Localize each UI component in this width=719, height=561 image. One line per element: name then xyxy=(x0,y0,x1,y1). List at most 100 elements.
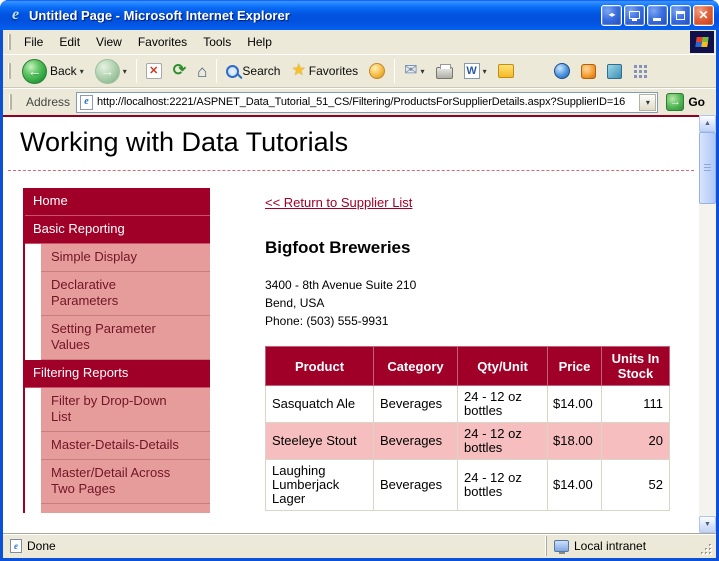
cell-category: Beverages xyxy=(374,423,458,460)
favorites-button[interactable]: ★ Favorites xyxy=(286,56,363,86)
toolbar-separator xyxy=(216,59,217,83)
cell-product: Laughing Lumberjack Lager xyxy=(266,460,374,511)
sidebar-item-simple-display[interactable]: Simple Display xyxy=(41,244,210,272)
sidebar-item-filter-by-dropdown-list[interactable]: Filter by Drop-Down List xyxy=(41,388,210,432)
supplier-phone: Phone: (503) 555-9931 xyxy=(265,312,670,330)
go-button[interactable]: → Go xyxy=(664,92,711,112)
addon-button-2[interactable] xyxy=(602,56,627,86)
vertical-scrollbar[interactable]: ▲ ▼ xyxy=(699,115,716,533)
zone-text: Local intranet xyxy=(574,539,646,553)
close-icon: ✕ xyxy=(698,9,708,21)
status-bar: e Done Local intranet xyxy=(3,533,716,558)
home-button[interactable]: ⌂ xyxy=(192,56,212,86)
supplier-address-line-2: Bend, USA xyxy=(265,294,670,312)
menu-help[interactable]: Help xyxy=(239,32,280,52)
minimize-button[interactable] xyxy=(647,5,668,26)
column-header-category: Category xyxy=(374,347,458,386)
pane-arrows-button[interactable]: ◂▸ xyxy=(601,5,622,26)
addressbar-grip-handle[interactable] xyxy=(9,94,12,110)
back-button[interactable]: ← Back ▾ xyxy=(17,56,89,86)
edit-with-word-button[interactable]: W ▾ xyxy=(459,56,492,86)
window-controls: ◂▸ ✕ xyxy=(601,5,714,26)
products-table: Product Category Qty/Unit Price Units In… xyxy=(265,346,670,511)
menu-tools[interactable]: Tools xyxy=(195,32,239,52)
sidebar-item-master-detail-two-pages[interactable]: Master/Detail Across Two Pages xyxy=(41,460,210,504)
title-bar[interactable]: e Untitled Page - Microsoft Internet Exp… xyxy=(0,0,719,30)
menubar-grip-handle[interactable] xyxy=(8,34,11,50)
toolbar-separator xyxy=(136,59,137,83)
discuss-button[interactable] xyxy=(493,56,519,86)
status-text: Done xyxy=(27,539,56,553)
sidebar-item-cutoff[interactable] xyxy=(41,504,210,513)
toolbar-separator xyxy=(394,59,395,83)
forward-arrow-glyph: → xyxy=(100,64,114,78)
menu-file[interactable]: File xyxy=(16,32,51,52)
table-row: Sasquatch Ale Beverages 24 - 12 oz bottl… xyxy=(266,386,670,423)
sidebar-item-home[interactable]: Home xyxy=(23,188,210,216)
addon-button-1[interactable] xyxy=(576,56,601,86)
page-body: Home Basic Reporting Simple Display Decl… xyxy=(3,171,699,513)
word-dropdown-icon: ▾ xyxy=(483,67,487,76)
scrollbar-track[interactable] xyxy=(699,132,716,516)
monitor-button[interactable] xyxy=(624,5,645,26)
sidebar-item-declarative-parameters[interactable]: Declarative Parameters xyxy=(41,272,210,316)
supplier-address: 3400 - 8th Avenue Suite 210 Bend, USA Ph… xyxy=(265,276,670,330)
resize-grip[interactable] xyxy=(699,542,713,556)
close-button[interactable]: ✕ xyxy=(693,5,714,26)
window-title: Untitled Page - Microsoft Internet Explo… xyxy=(29,8,596,23)
page-favicon: e xyxy=(80,95,93,110)
cell-units: 111 xyxy=(602,386,670,423)
go-arrow-icon: → xyxy=(666,93,684,111)
table-row: Laughing Lumberjack Lager Beverages 24 -… xyxy=(266,460,670,511)
sidebar-item-basic-reporting[interactable]: Basic Reporting xyxy=(23,216,210,244)
scroll-up-button[interactable]: ▲ xyxy=(699,115,716,132)
security-zone-pane: Local intranet xyxy=(546,536,694,556)
print-button[interactable] xyxy=(431,56,458,86)
sidebar-menu: Home Basic Reporting Simple Display Decl… xyxy=(23,188,210,513)
forward-icon: → xyxy=(95,59,120,84)
sidebar-item-filtering-reports[interactable]: Filtering Reports xyxy=(23,360,210,388)
scroll-down-button[interactable]: ▼ xyxy=(699,516,716,533)
supplier-address-line-1: 3400 - 8th Avenue Suite 210 xyxy=(265,276,670,294)
search-button[interactable]: Search xyxy=(221,56,285,86)
mail-button[interactable]: ✉ ▾ xyxy=(399,56,429,86)
local-intranet-icon xyxy=(554,540,569,552)
maximize-button[interactable] xyxy=(670,5,691,26)
globe-icon xyxy=(554,63,570,79)
back-dropdown-icon: ▾ xyxy=(80,67,84,76)
messenger-button[interactable] xyxy=(549,56,575,86)
stop-button[interactable]: ✕ xyxy=(141,56,167,86)
refresh-button[interactable]: ⟳ xyxy=(168,56,191,86)
favorites-icon: ★ xyxy=(291,63,305,79)
addon-grid-button[interactable] xyxy=(628,56,653,86)
menu-view[interactable]: View xyxy=(88,32,130,52)
scrollbar-thumb[interactable] xyxy=(699,132,716,204)
column-header-price: Price xyxy=(548,347,602,386)
cell-qty: 24 - 12 oz bottles xyxy=(458,386,548,423)
menu-edit[interactable]: Edit xyxy=(51,32,88,52)
browser-viewport: Working with Data Tutorials Home Basic R… xyxy=(3,115,716,533)
windows-logo-throbber xyxy=(690,31,714,53)
return-to-supplier-list-link[interactable]: << Return to Supplier List xyxy=(265,195,412,210)
forward-dropdown-icon: ▾ xyxy=(123,67,127,76)
cell-price: $18.00 xyxy=(548,423,602,460)
address-bar: Address e http://localhost:2221/ASPNET_D… xyxy=(3,88,716,115)
forward-button[interactable]: → ▾ xyxy=(90,56,132,86)
address-dropdown-button[interactable]: ▾ xyxy=(639,94,656,111)
address-label: Address xyxy=(26,95,70,109)
toolbar-grip-handle[interactable] xyxy=(8,63,11,79)
address-input[interactable]: e http://localhost:2221/ASPNET_Data_Tuto… xyxy=(76,92,658,113)
menu-favorites[interactable]: Favorites xyxy=(130,32,195,52)
page-title: Working with Data Tutorials xyxy=(20,127,699,158)
cell-qty: 24 - 12 oz bottles xyxy=(458,423,548,460)
sidebar-item-master-details-details[interactable]: Master-Details-Details xyxy=(41,432,210,460)
word-icon: W xyxy=(464,63,480,79)
minimize-icon xyxy=(653,18,661,21)
browser-window: e Untitled Page - Microsoft Internet Exp… xyxy=(0,0,719,561)
table-header-row: Product Category Qty/Unit Price Units In… xyxy=(266,347,670,386)
media-button[interactable] xyxy=(364,56,390,86)
search-icon xyxy=(226,65,239,78)
back-icon: ← xyxy=(22,59,47,84)
page-top-rule xyxy=(3,115,699,117)
sidebar-item-setting-parameter-values[interactable]: Setting Parameter Values xyxy=(41,316,210,360)
